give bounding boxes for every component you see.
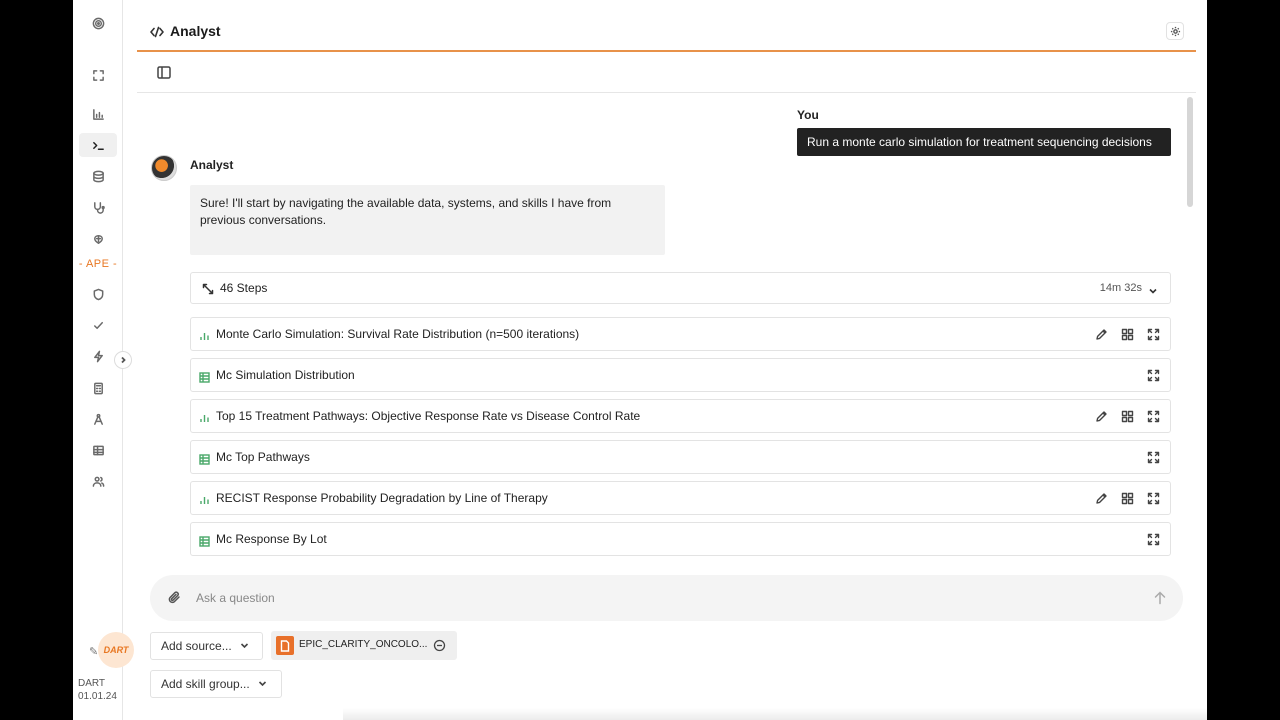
steps-summary[interactable]: 46 Steps 14m 32s [190,272,1171,304]
ape-section-label: - APE - [78,258,118,270]
fullscreen-icon[interactable] [1147,492,1160,505]
fullscreen-icon[interactable] [1147,369,1160,382]
target-icon[interactable] [79,11,117,35]
app-window: - APE - ✎ DART DART 01.01.24 Analyst You… [73,0,1207,720]
artifact-label: Mc Top Pathways [216,450,310,464]
artifact-item[interactable]: Monte Carlo Simulation: Survival Rate Di… [190,317,1171,351]
source-name: EPIC_CLARITY_ONCOLO... [299,639,428,650]
edit-icon[interactable] [1095,410,1108,423]
bottom-shadow [343,708,1207,720]
user-name: You [797,108,819,122]
artifact-item[interactable]: RECIST Response Probability Degradation … [190,481,1171,515]
grid-icon[interactable] [1121,410,1134,423]
chevron-down-icon [240,639,249,653]
artifact-item[interactable]: Mc Simulation Distribution [190,358,1171,392]
artifact-label: Monte Carlo Simulation: Survival Rate Di… [216,327,580,341]
remove-icon[interactable] [433,639,446,652]
table-icon [199,452,210,465]
check-icon[interactable] [79,313,117,337]
chart-icon [199,411,210,422]
question-input[interactable] [196,588,1096,608]
artifact-item[interactable]: Top 15 Treatment Pathways: Objective Res… [190,399,1171,433]
send-arrow-icon[interactable] [1154,591,1166,605]
chart-icon[interactable] [79,102,117,126]
chart-icon [199,493,210,504]
add-skill-group-button[interactable]: Add skill group... [150,670,282,698]
add-skill-group-label: Add skill group... [161,677,250,691]
artifact-label: RECIST Response Probability Degradation … [216,491,548,505]
grid-icon[interactable] [1121,328,1134,341]
attachment-icon[interactable] [167,590,182,605]
shield-icon[interactable] [79,282,117,306]
agent-message: Sure! I'll start by navigating the avail… [190,185,665,255]
sidebar-expand-button[interactable] [114,351,132,369]
fullscreen-icon[interactable] [1147,533,1160,546]
artifact-label: Mc Simulation Distribution [216,368,355,382]
add-source-label: Add source... [161,639,232,653]
artifact-item[interactable]: Mc Top Pathways [190,440,1171,474]
expand-icon[interactable] [79,63,117,87]
artifact-label: Top 15 Treatment Pathways: Objective Res… [216,409,641,423]
bolt-icon[interactable] [79,344,117,368]
page-header: Analyst [137,12,1196,52]
sidebar: - APE - ✎ DART DART 01.01.24 [73,0,134,720]
edit-icon[interactable] [1095,328,1108,341]
table-icon[interactable] [79,438,117,462]
version-name: DART [78,678,106,689]
calculator-icon[interactable] [79,376,117,400]
artifact-item[interactable]: Mc Response By Lot [190,522,1171,556]
fullscreen-icon[interactable] [1147,328,1160,341]
steps-count: 46 Steps [220,281,268,295]
version-date: 01.01.24 [78,691,117,702]
fullscreen-icon[interactable] [1147,410,1160,423]
database-icon[interactable] [79,164,117,188]
code-icon [150,25,164,38]
chevron-down-icon [258,677,267,691]
brain-icon[interactable] [79,227,117,251]
grid-icon[interactable] [1121,492,1134,505]
version-info: DART 01.01.24 [78,677,117,703]
chevron-down-icon[interactable] [1148,283,1158,294]
source-chip[interactable]: EPIC_CLARITY_ONCOLO... [271,631,457,660]
compass-icon[interactable] [79,407,117,431]
edit-icon[interactable] [1095,492,1108,505]
fullscreen-icon[interactable] [1147,451,1160,464]
page-title: Analyst [170,23,221,39]
chart-icon [199,329,210,340]
artifact-label: Mc Response By Lot [216,532,327,546]
table-icon [199,370,210,383]
chat-scrollbar[interactable] [1187,97,1193,207]
document-icon [276,636,294,655]
add-source-button[interactable]: Add source... [150,632,263,660]
users-icon[interactable] [79,469,117,493]
chat-thread[interactable]: You Run a monte carlo simulation for tre… [137,93,1196,560]
user-message: Run a monte carlo simulation for treatme… [797,128,1171,156]
panel-toggle-button[interactable] [157,66,171,79]
table-icon [199,534,210,547]
analyst-avatar [151,155,177,181]
question-box [150,575,1183,621]
dart-logo: DART [98,632,134,668]
stethoscope-icon[interactable] [79,195,117,219]
steps-duration: 14m 32s [1099,282,1142,294]
terminal-icon[interactable] [79,133,117,157]
settings-button[interactable] [1166,22,1184,40]
steps-icon [202,282,214,295]
edit-icon[interactable]: ✎ [89,645,98,658]
agent-name: Analyst [190,158,234,172]
